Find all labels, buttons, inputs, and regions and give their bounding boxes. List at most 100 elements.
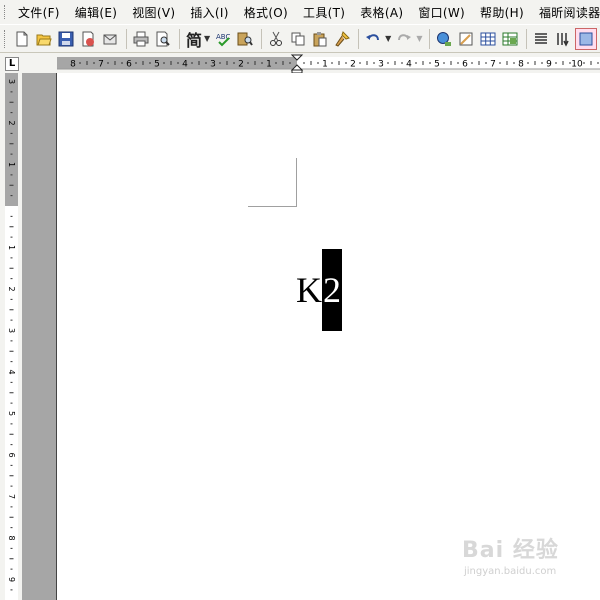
scissors-icon (270, 31, 283, 46)
menu-view[interactable]: 视图(V) (125, 4, 183, 21)
tab-stop-selector[interactable]: L (5, 57, 19, 71)
print-preview-icon (156, 31, 170, 46)
columns-icon (535, 32, 548, 44)
watermark-url: jingyan.baidu.com (464, 566, 557, 577)
document-text[interactable]: K 2 (296, 249, 342, 331)
format-painter-button[interactable] (332, 29, 352, 49)
ruler-number: 8 (7, 535, 16, 540)
menu-format[interactable]: 格式(O) (237, 4, 296, 21)
email-button[interactable] (100, 29, 120, 49)
ruler-number: 9 (546, 60, 552, 70)
selected-text[interactable]: 2 (322, 249, 342, 331)
ruler-number: 3 (210, 60, 216, 70)
ruler-number: 5 (434, 60, 440, 70)
menu-insert[interactable]: 插入(I) (183, 4, 236, 21)
ruler-number: 10 (571, 60, 583, 70)
ruler-number: 4 (406, 60, 412, 70)
print-preview-button[interactable] (153, 29, 173, 49)
menu-help[interactable]: 帮助(H) (473, 4, 532, 21)
ruler-number: 2 (7, 120, 16, 125)
print-button[interactable] (131, 29, 151, 49)
ruler-number: 7 (98, 60, 104, 70)
spelling-button[interactable]: ABC (213, 29, 233, 49)
toolbar-grip[interactable] (4, 29, 8, 48)
cut-button[interactable] (266, 29, 286, 49)
new-document-button[interactable] (12, 29, 32, 49)
permission-button[interactable] (78, 29, 98, 49)
menu-tools[interactable]: 工具(T) (296, 4, 353, 21)
insert-excel-button[interactable] (500, 29, 520, 49)
ruler-number: 3 (7, 328, 16, 333)
undo-arrow-icon (366, 33, 380, 40)
standard-toolbar: 简 ▼ ABC ▼ ▼ (0, 25, 600, 53)
ruler-number: 5 (7, 411, 16, 416)
ruler-number: 9 (7, 577, 16, 582)
drawing-button[interactable] (553, 29, 573, 49)
toolbar-separator (429, 28, 431, 49)
open-folder-icon (36, 34, 52, 45)
chevron-down-icon[interactable]: ▼ (385, 34, 391, 43)
document-map-icon (579, 32, 593, 45)
paste-button[interactable] (310, 29, 330, 49)
excel-sheet-icon (502, 32, 518, 45)
ruler-number: 1 (322, 60, 328, 70)
ruler-number: 8 (518, 60, 524, 70)
menu-bar-grip[interactable] (4, 5, 5, 19)
spelling-check-icon: ABC (216, 33, 231, 46)
toolbar-separator (261, 28, 263, 49)
text-direction-icon (557, 32, 570, 47)
ruler-number: 3 (378, 60, 384, 70)
document-map-button[interactable] (575, 27, 598, 50)
paste-clipboard-icon (313, 31, 327, 46)
menu-table[interactable]: 表格(A) (353, 4, 411, 21)
research-button[interactable] (235, 29, 255, 49)
ruler-number: 4 (7, 369, 16, 374)
undo-button[interactable] (363, 29, 383, 49)
ruler-number: 8 (70, 60, 76, 70)
menu-window[interactable]: 窗口(W) (411, 4, 473, 21)
tables-borders-button[interactable] (456, 29, 476, 49)
toolbar-separator (358, 28, 360, 49)
ruler-number: 4 (182, 60, 188, 70)
insert-table-button[interactable] (478, 29, 498, 49)
draw-table-icon (459, 32, 473, 45)
copy-button[interactable] (288, 29, 308, 49)
ruler-number: 3 (7, 79, 16, 84)
document-text-plain[interactable]: K (296, 272, 322, 308)
columns-button[interactable] (531, 29, 551, 49)
permission-icon (82, 31, 94, 46)
email-icon (103, 34, 117, 44)
simplified-chinese-button[interactable]: 简 (186, 27, 202, 51)
menu-edit[interactable]: 编辑(E) (68, 4, 125, 21)
menu-foxit-reader[interactable]: 福昕阅读器 (532, 4, 600, 21)
toolbar-separator (526, 28, 528, 49)
save-disk-icon (58, 31, 74, 46)
open-button[interactable] (34, 29, 54, 49)
save-button[interactable] (56, 29, 76, 49)
ruler-number: 6 (7, 452, 16, 457)
toolbar-separator (126, 28, 127, 49)
ruler-number: 5 (154, 60, 160, 70)
vertical-ruler[interactable]: 3 2 1 1 2 3 4 5 6 7 8 9 (0, 73, 22, 600)
page-left-margin-gray (22, 73, 56, 600)
ruler-number: 6 (126, 60, 132, 70)
table-grid-icon (480, 32, 496, 45)
document-page[interactable] (56, 73, 600, 600)
hyperlink-button[interactable] (434, 29, 454, 49)
tab-selector[interactable]: L (0, 53, 22, 73)
chevron-down-icon[interactable]: ▼ (204, 34, 210, 43)
ruler-number: 6 (462, 60, 468, 70)
printer-icon (133, 31, 149, 46)
menu-bar: 文件(F) 编辑(E) 视图(V) 插入(I) 格式(O) 工具(T) 表格(A… (0, 0, 600, 24)
ruler-number: 2 (238, 60, 244, 70)
crop-mark-horizontal (248, 206, 297, 207)
menu-file[interactable]: 文件(F) (11, 4, 68, 21)
horizontal-ruler[interactable]: 8 7 6 5 4 3 2 1 1 2 3 4 5 6 7 8 9 10 (22, 53, 600, 73)
ruler-number: 2 (7, 286, 16, 291)
watermark-logo: Bai 经验 (462, 538, 559, 563)
toolbar-separator (179, 28, 180, 49)
research-icon (237, 32, 254, 46)
chevron-down-icon: ▼ (416, 34, 423, 43)
redo-button (394, 29, 414, 49)
ruler-number: 1 (266, 60, 272, 70)
